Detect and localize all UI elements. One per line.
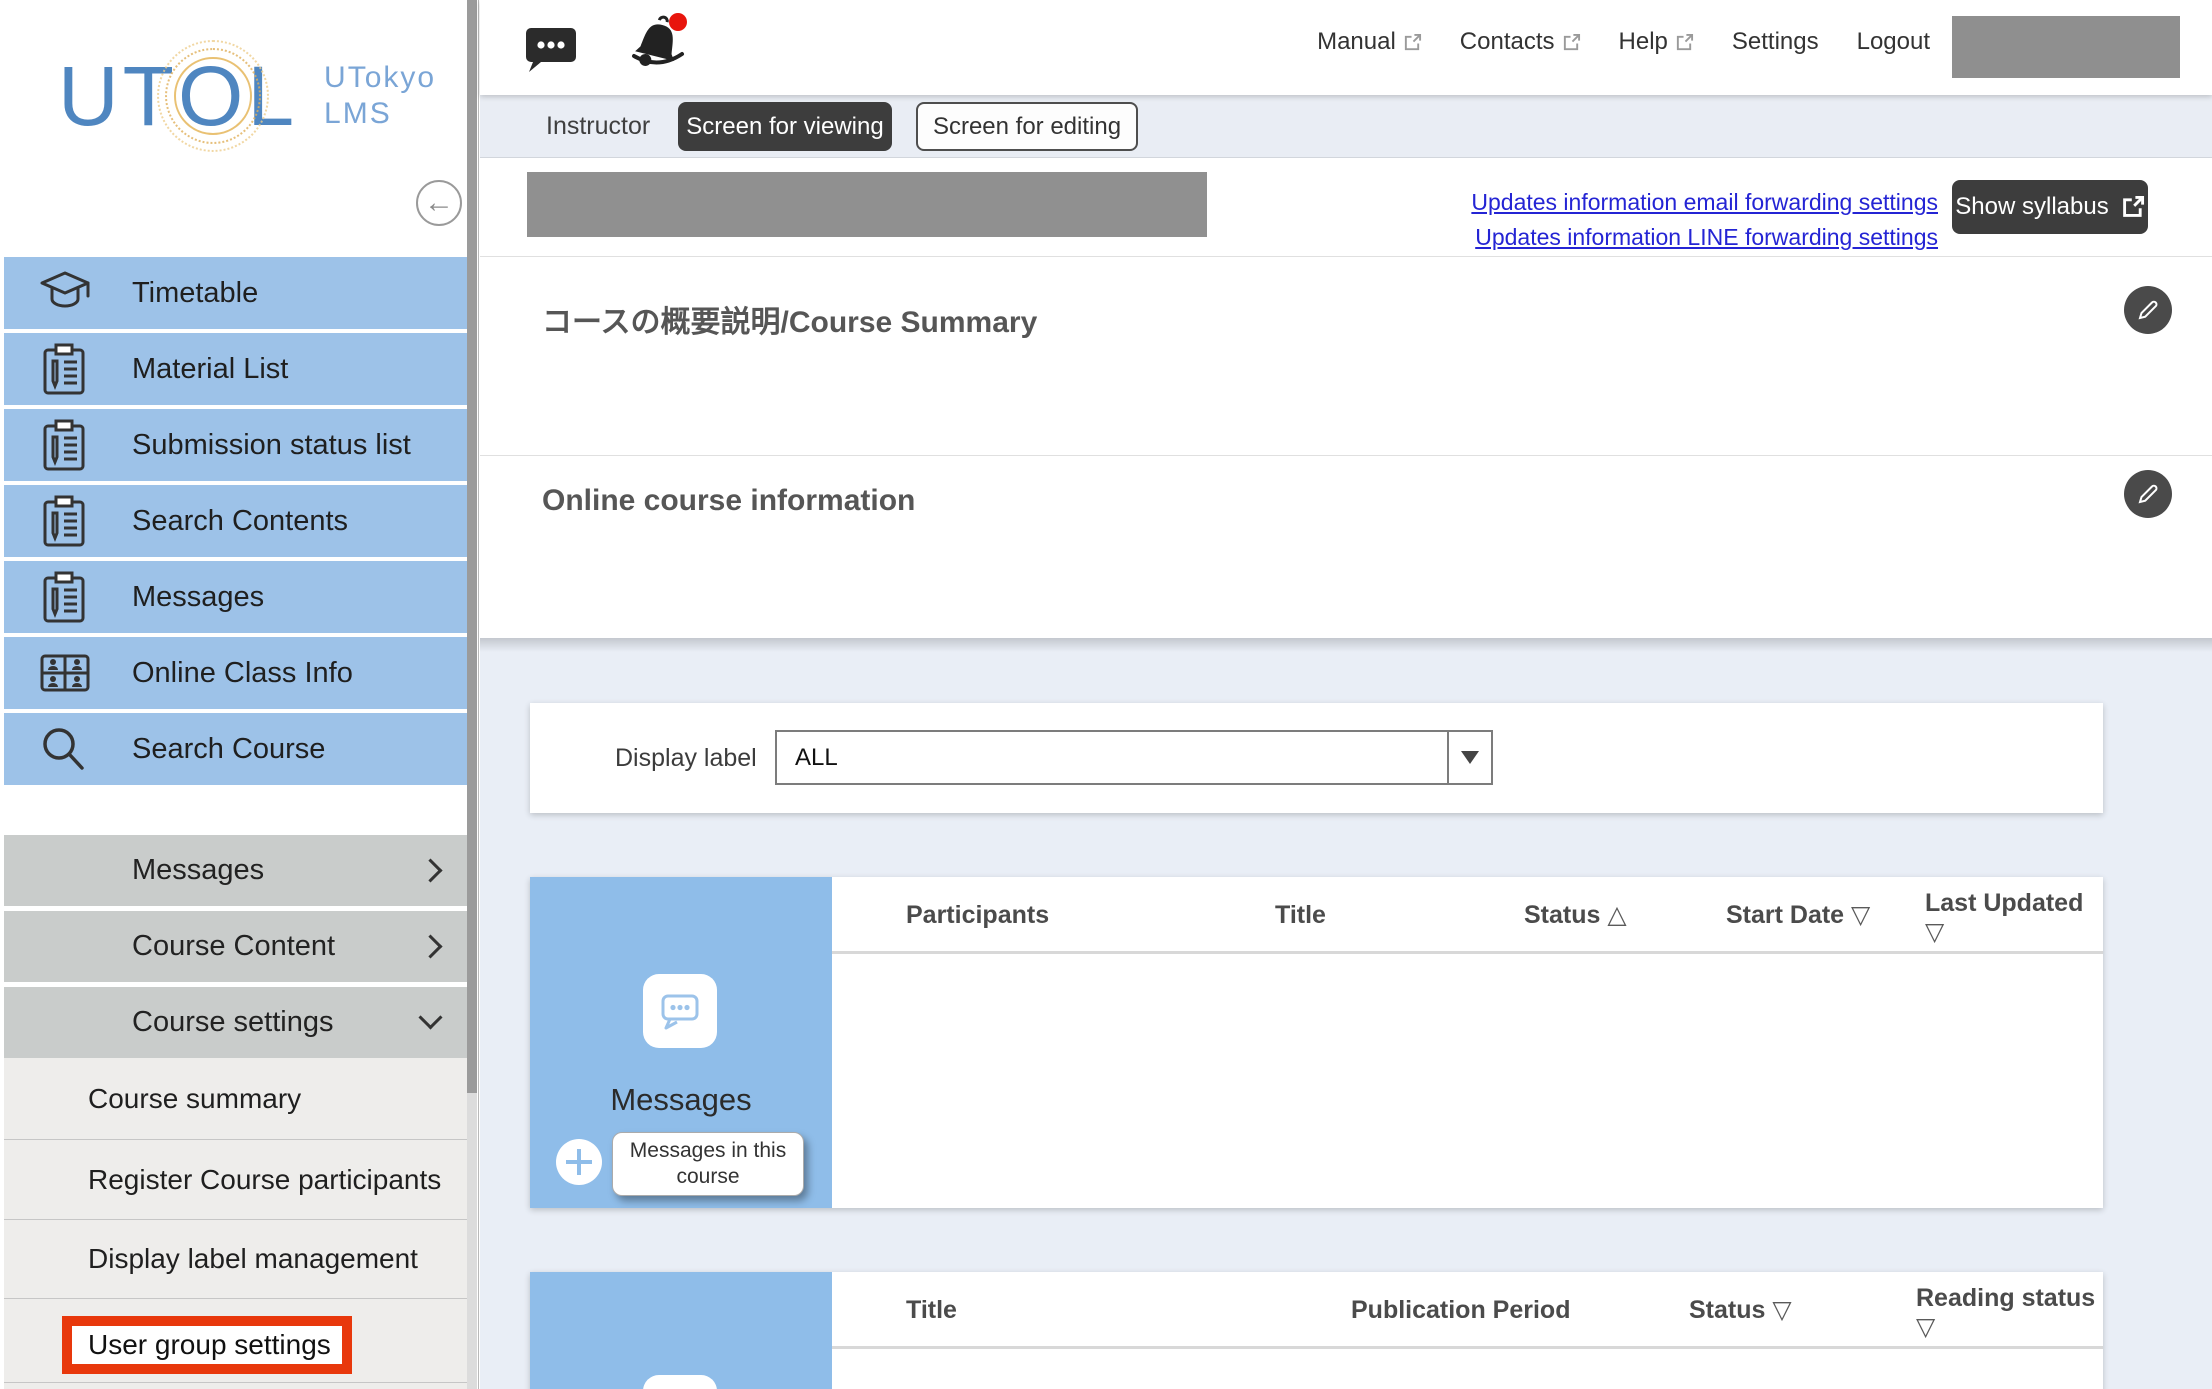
online-course-info-title: Online course information [542,484,915,518]
sidebar-subitem-display-label-management[interactable]: Display label management [4,1220,468,1298]
view-mode-toolbar: Instructor Screen for viewing Screen for… [480,95,2212,158]
email-forwarding-link[interactable]: Updates information email forwarding set… [1471,185,1938,220]
sidebar-scrollbar-thumb[interactable] [467,0,477,1093]
top-bar: Manual Contacts Help Settings Logout [480,0,2212,95]
materials-panel: Title Publication Period Status ▽ Readin… [530,1272,2103,1389]
sidebar-item-timetable[interactable]: Timetable [4,257,468,329]
screen-for-viewing-button[interactable]: Screen for viewing [678,102,892,151]
screen-for-editing-button[interactable]: Screen for editing [916,102,1138,151]
sidebar-item-material-list[interactable]: Material List [4,333,468,405]
sort-asc-icon: △ [1607,901,1626,929]
magnifier-icon [38,723,92,775]
selected-option: ALL [777,732,1447,783]
online-course-info-section: Online course information [480,455,2212,638]
line-forwarding-link[interactable]: Updates information LINE forwarding sett… [1471,220,1938,255]
graduation-cap-icon [38,268,92,318]
external-link-icon [1403,33,1422,52]
role-label: Instructor [546,95,650,158]
logo-subtitle: UTokyo LMS [324,60,436,132]
col-title: Title [1275,877,1326,954]
clipboard-icon [38,569,92,625]
show-syllabus-button[interactable]: Show syllabus [1952,180,2148,234]
sidebar: UT O L UTokyo LMS ← Timetable Material L… [0,0,479,1389]
display-label-select[interactable]: ALL [775,730,1493,785]
sort-desc-icon: ▽ [1925,918,1944,946]
divider [4,1382,468,1383]
sidebar-item-submission-status[interactable]: Submission status list [4,409,468,481]
nav-manual[interactable]: Manual [1317,28,1422,56]
sidebar-subitem-course-summary[interactable]: Course summary [4,1058,468,1139]
col-start-date-sortable[interactable]: Start Date ▽ [1726,877,1870,954]
user-group-settings-highlight[interactable]: User group settings [62,1316,352,1374]
sidebar-item-search-course[interactable]: Search Course [4,713,468,785]
sort-desc-icon: ▽ [1851,901,1870,929]
materials-tile-icon-square [643,1375,717,1389]
nav-settings[interactable]: Settings [1732,28,1819,56]
display-label-text: Display label [615,703,757,813]
col-status-sortable[interactable]: Status △ [1524,877,1627,954]
sidebar-subitem-register-participants[interactable]: Register Course participants [4,1140,468,1219]
chat-bubble-icon[interactable] [525,24,577,79]
messages-tile[interactable]: Messages Messages in this course [530,877,832,1208]
col-status-sortable[interactable]: Status ▽ [1689,1272,1792,1349]
caret-down-icon [1461,751,1479,764]
col-reading-status-sortable[interactable]: Reading status ▽ [1916,1284,2116,1342]
course-summary-section: コースの概要説明/Course Summary [480,256,2212,455]
external-link-icon [1562,33,1581,52]
nav-logout[interactable]: Logout [1857,28,1930,56]
chat-bubble-outline-icon [656,987,704,1035]
chevron-right-icon [418,858,442,882]
messages-table-header: Participants Title Status △ Start Date ▽ [832,877,2103,954]
main-content: Manual Contacts Help Settings Logout [480,0,2212,1389]
course-header-row: Updates information email forwarding set… [480,158,2212,256]
clipboard-icon [38,417,92,473]
sidebar-collapse-button[interactable]: ← [416,180,462,226]
messages-tile-icon-square [643,974,717,1048]
clipboard-icon [38,341,92,397]
materials-tile[interactable] [530,1272,832,1389]
course-summary-title: コースの概要説明/Course Summary [542,297,1037,341]
top-navigation: Manual Contacts Help Settings Logout [1317,28,1930,56]
utol-logo: UT O L UTokyo LMS [58,48,438,144]
col-participants: Participants [906,877,1049,954]
chevron-right-icon [418,934,442,958]
select-dropdown-button[interactable] [1447,732,1491,783]
sidebar-item-search-contents[interactable]: Search Contents [4,485,468,557]
notification-bell-icon[interactable] [626,12,690,79]
col-publication-period: Publication Period [1351,1272,1570,1349]
clipboard-icon [38,493,92,549]
col-last-updated-sortable[interactable]: Last Updated ▽ [1925,889,2125,947]
people-grid-icon [38,650,92,696]
sidebar-item-online-class-info[interactable]: Online Class Info [4,637,468,709]
messages-panel: Messages Messages in this course Partici… [530,877,2103,1208]
col-title: Title [906,1272,957,1349]
forwarding-links: Updates information email forwarding set… [1471,185,1938,255]
pencil-icon [2135,481,2161,507]
sort-desc-icon: ▽ [1916,1313,1935,1341]
external-link-icon [2121,195,2145,219]
sidebar-group-course-settings[interactable]: Course settings [4,987,468,1058]
display-label-filter-panel: Display label ALL [530,703,2103,813]
edit-online-course-info-button[interactable] [2124,470,2172,518]
add-message-button[interactable] [556,1139,602,1185]
edit-course-summary-button[interactable] [2124,286,2172,334]
user-name-redacted[interactable] [1952,16,2180,78]
messages-tile-label: Messages [530,1082,832,1118]
nav-contacts[interactable]: Contacts [1460,28,1581,56]
sort-desc-icon: ▽ [1772,1296,1791,1324]
course-content-area: Display label ALL Messages [480,638,2212,1389]
nav-help[interactable]: Help [1619,28,1694,56]
sidebar-group-course-content[interactable]: Course Content [4,911,468,982]
course-title-redacted [527,172,1207,237]
pencil-icon [2135,297,2161,323]
materials-table-header: Title Publication Period Status ▽ Readin… [832,1272,2103,1349]
sidebar-group-messages[interactable]: Messages [4,835,468,906]
messages-in-this-course-button[interactable]: Messages in this course [612,1132,804,1196]
sidebar-item-messages[interactable]: Messages [4,561,468,633]
external-link-icon [1675,33,1694,52]
chevron-down-icon [418,1005,442,1029]
